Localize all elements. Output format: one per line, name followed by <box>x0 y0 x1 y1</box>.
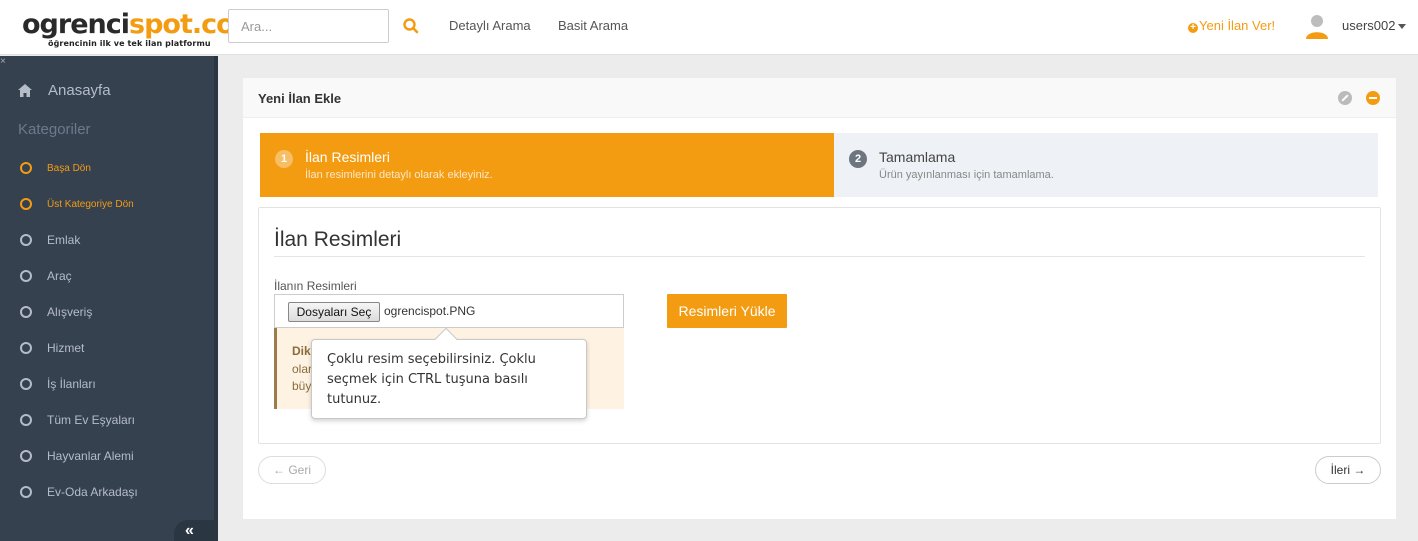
selected-file-name: ogrencispot.PNG <box>384 304 476 318</box>
logo-text-part1: ogrenci <box>22 9 130 40</box>
step-1[interactable]: 1 İlan Resimleri İlan resimlerini detayl… <box>260 133 834 197</box>
choose-files-button[interactable]: Dosyaları Seç <box>288 302 380 322</box>
sidebar-item-alisveris[interactable]: Alışveriş <box>20 304 92 320</box>
sidebar-item-is-ilanlari[interactable]: İş İlanları <box>20 376 96 392</box>
step-description: İlan resimlerini detaylı olarak ekleyini… <box>305 169 493 181</box>
collapse-icon[interactable] <box>1366 91 1380 105</box>
step-title: Tamamlama <box>879 149 956 165</box>
section-title: İlan Resimleri <box>274 228 402 251</box>
step-title: İlan Resimleri <box>305 149 390 165</box>
chevron-down-icon[interactable] <box>1398 24 1406 29</box>
note-text-line: büy <box>292 379 312 393</box>
sidebar-item-label: Emlak <box>47 233 81 247</box>
sidebar-item-label: Üst Kategoriye Dön <box>47 198 134 210</box>
new-ad-label: Yeni İlan Ver! <box>1199 18 1276 33</box>
upload-images-button[interactable]: Resimleri Yükle <box>667 294 787 328</box>
sidebar-home-label: Anasayfa <box>48 81 111 99</box>
sidebar-item-label: Ev-Oda Arkadaşı <box>47 485 138 499</box>
note-text-line: olar <box>292 362 313 376</box>
logo-tagline: öğrencinin ilk ve tek ilan platformu <box>48 39 211 48</box>
sidebar-item-home[interactable]: Anasayfa <box>18 80 111 100</box>
field-label: İlanın Resimleri <box>274 279 357 293</box>
sidebar-item-hizmet[interactable]: Hizmet <box>20 340 84 356</box>
circle-icon <box>20 162 32 174</box>
circle-icon <box>20 234 32 246</box>
search-input[interactable] <box>228 9 389 43</box>
circle-icon <box>20 486 32 498</box>
double-chevron-left-icon: « <box>185 522 194 539</box>
sidebar-item-ust-kategori[interactable]: Üst Kategoriye Dön <box>20 196 134 212</box>
expand-icon[interactable] <box>1338 91 1352 105</box>
note-heading: Dik <box>292 344 311 358</box>
sidebar-item-hayvanlar[interactable]: Hayvanlar Alemi <box>20 448 134 464</box>
sidebar-toggle-button[interactable]: « <box>174 520 218 541</box>
site-logo[interactable]: ogrencispot.com öğrencinin ilk ve tek il… <box>22 9 262 50</box>
circle-icon <box>20 450 32 462</box>
step-2[interactable]: 2 Tamamlama Ürün yayınlanması için tamam… <box>834 133 1378 197</box>
file-input[interactable]: Dosyaları Seç ogrencispot.PNG <box>274 294 624 328</box>
sidebar-item-ev-esyalari[interactable]: Tüm Ev Eşyaları <box>20 412 135 428</box>
circle-icon <box>20 342 32 354</box>
home-icon <box>18 83 32 97</box>
sidebar-item-emlak[interactable]: Emlak <box>20 232 80 248</box>
portlet-title: Yeni İlan Ekle <box>258 91 342 106</box>
plus-circle-icon: + <box>1188 23 1198 33</box>
circle-icon <box>20 198 32 210</box>
close-icon[interactable]: × <box>0 56 6 67</box>
portlet-header: Yeni İlan Ekle <box>243 78 1396 118</box>
sidebar-item-ev-oda[interactable]: Ev-Oda Arkadaşı <box>20 484 138 500</box>
username-label[interactable]: users002 <box>1342 18 1395 33</box>
avatar[interactable] <box>1305 13 1329 39</box>
tooltip-text: Çoklu resim seçebilirsiniz. Çoklu seçmek… <box>327 352 536 407</box>
circle-icon <box>20 414 32 426</box>
sidebar-item-label: Alışveriş <box>47 305 93 319</box>
sidebar-item-label: Hizmet <box>47 341 85 355</box>
search-icon[interactable] <box>401 16 421 36</box>
sidebar-item-label: İş İlanları <box>47 377 96 391</box>
new-ad-link[interactable]: + Yeni İlan Ver! <box>1188 18 1275 33</box>
back-button[interactable]: ← Geri <box>258 456 326 484</box>
nav-detailed-search[interactable]: Detaylı Arama <box>449 18 531 33</box>
sidebar-item-basa-don[interactable]: Başa Dön <box>20 160 91 176</box>
next-button[interactable]: İleri → <box>1315 456 1381 484</box>
sidebar-item-label: Başa Dön <box>47 162 91 174</box>
sidebar: × Anasayfa Kategoriler Başa Dön Üst Kate… <box>0 56 218 541</box>
sidebar-heading: Kategoriler <box>18 121 91 138</box>
sidebar-item-label: Araç <box>47 269 72 283</box>
sidebar-item-label: Tüm Ev Eşyaları <box>47 413 136 427</box>
circle-icon <box>20 270 32 282</box>
nav-basic-search[interactable]: Basit Arama <box>558 18 628 33</box>
circle-icon <box>20 378 32 390</box>
sidebar-item-label: Hayvanlar Alemi <box>47 449 134 463</box>
top-header: ogrencispot.com öğrencinin ilk ve tek il… <box>0 0 1418 55</box>
sidebar-item-arac[interactable]: Araç <box>20 268 72 284</box>
step-number: 1 <box>275 150 293 168</box>
tooltip: Çoklu resim seçebilirsiniz. Çoklu seçmek… <box>311 327 587 419</box>
divider <box>274 256 1365 257</box>
portlet: Yeni İlan Ekle 1 İlan Resimleri İlan res… <box>243 78 1396 519</box>
step-description: Ürün yayınlanması için tamamlama. <box>879 169 1054 181</box>
step-number: 2 <box>849 150 867 168</box>
sidebar-edge <box>214 56 218 541</box>
circle-icon <box>20 306 32 318</box>
